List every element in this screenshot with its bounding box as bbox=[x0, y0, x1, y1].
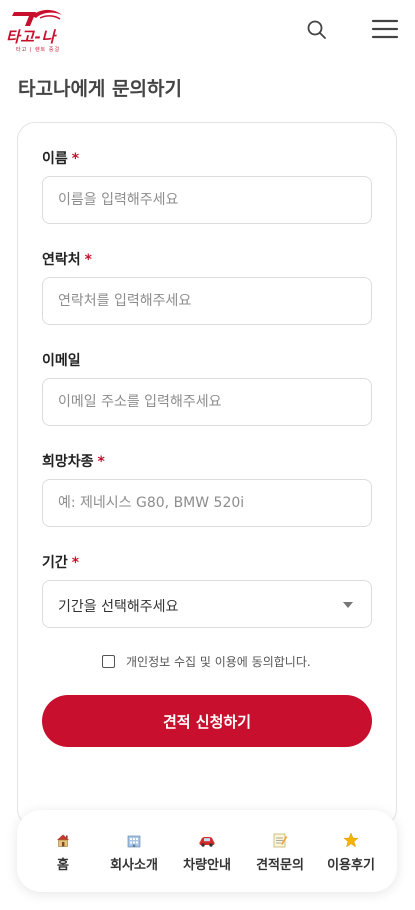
privacy-consent-label[interactable]: 개인정보 수집 및 이용에 동의합니다. bbox=[126, 653, 311, 670]
bottom-nav: 홈 회사소개 차량안내 견적문의 이용후기 bbox=[17, 810, 397, 892]
logo-swoosh-icon bbox=[12, 9, 62, 26]
page-title: 타고나에게 문의하기 bbox=[18, 78, 182, 100]
nav-item-inquiry[interactable]: 견적문의 bbox=[242, 810, 318, 892]
search-button[interactable] bbox=[305, 18, 329, 42]
memo-icon bbox=[242, 832, 318, 848]
period-label: 기간 * bbox=[42, 555, 80, 571]
required-mark: * bbox=[71, 555, 80, 571]
nav-item-vehicles[interactable]: 차량안내 bbox=[169, 810, 245, 892]
nav-item-home[interactable]: 홈 bbox=[25, 810, 101, 892]
car-model-label: 희망차종 * bbox=[42, 454, 105, 470]
search-icon bbox=[307, 20, 326, 39]
period-select-value: 기간을 선택해주세요 bbox=[58, 599, 179, 615]
period-select[interactable]: 기간을 선택해주세요 bbox=[42, 580, 372, 628]
header: 타고-나 타고 | 렌트 중걸 bbox=[0, 0, 415, 60]
contact-input[interactable] bbox=[42, 277, 372, 325]
required-mark: * bbox=[71, 151, 80, 167]
chevron-down-icon bbox=[343, 602, 353, 608]
building-icon bbox=[96, 832, 172, 848]
email-input[interactable] bbox=[42, 378, 372, 426]
nav-item-reviews[interactable]: 이용후기 bbox=[313, 810, 389, 892]
submit-quote-button[interactable]: 견적 신청하기 bbox=[42, 695, 372, 747]
email-label: 이메일 bbox=[42, 353, 81, 369]
menu-button[interactable] bbox=[371, 17, 399, 41]
logo-tagline: 타고 | 렌트 중걸 bbox=[16, 47, 61, 53]
contact-label: 연락처 * bbox=[42, 252, 92, 268]
hamburger-menu-icon bbox=[371, 19, 399, 39]
privacy-consent-checkbox[interactable] bbox=[102, 654, 115, 668]
house-icon bbox=[25, 832, 101, 848]
logo-text: 타고-나 bbox=[6, 28, 56, 46]
nav-item-company[interactable]: 회사소개 bbox=[96, 810, 172, 892]
car-icon bbox=[169, 832, 245, 848]
required-mark: * bbox=[97, 454, 105, 470]
car-model-input[interactable] bbox=[42, 479, 372, 527]
required-mark: * bbox=[84, 252, 92, 268]
name-label: 이름 * bbox=[42, 151, 80, 167]
logo[interactable]: 타고-나 타고 | 렌트 중걸 bbox=[6, 6, 64, 53]
name-input[interactable] bbox=[42, 176, 372, 224]
privacy-consent: 개인정보 수집 및 이용에 동의합니다. bbox=[102, 652, 311, 670]
star-icon bbox=[313, 832, 389, 848]
